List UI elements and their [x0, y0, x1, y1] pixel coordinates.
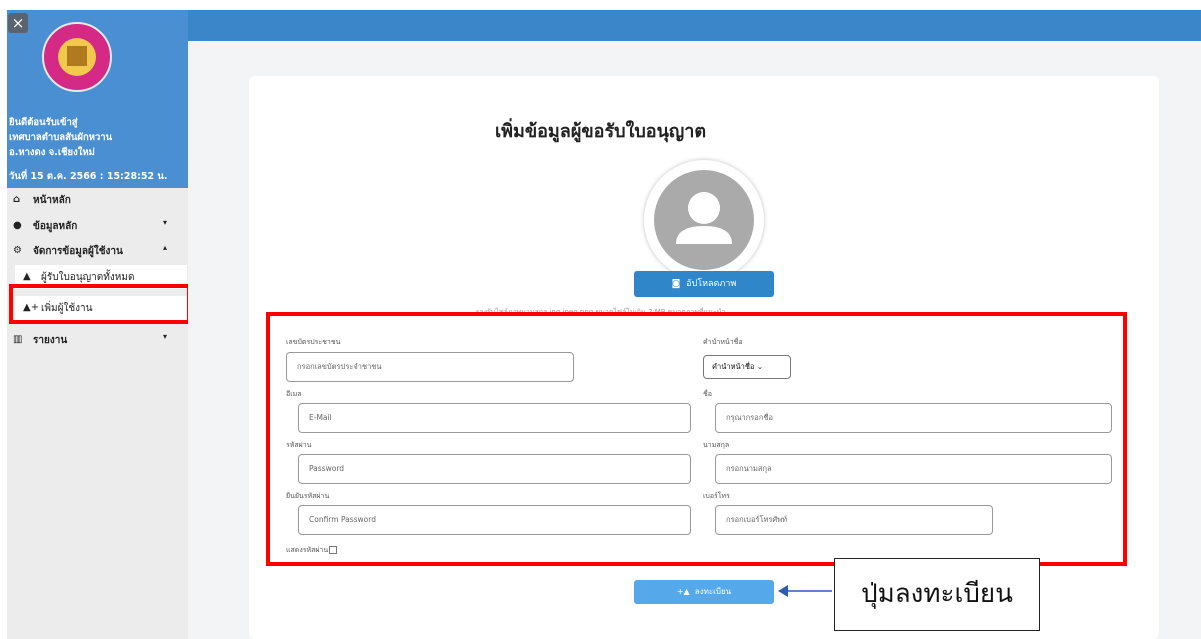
sidebar-item-user-management[interactable]: ⚙ จัดการข้อมูลผู้ใช้งาน ▴ — [7, 239, 188, 263]
users-cog-icon: ⚙ — [13, 245, 22, 256]
chevron-down-icon: ▾ — [163, 332, 168, 341]
sidebar-item-label: ผู้รับใบอนุญาตทั้งหมด — [41, 272, 135, 283]
sidebar-item-label: ข้อมูลหลัก — [33, 221, 78, 232]
top-navbar — [188, 10, 1201, 41]
sidebar-item-report[interactable]: ▥ รายงาน ▾ — [7, 328, 188, 352]
sidebar-header: × ยินดีต้อนรับเข้าสู่ เทศบาลตำบลสันผักหว… — [7, 10, 188, 188]
page-title: เพิ่มข้อมูลผู้ขอรับใบอนุญาต — [494, 121, 707, 142]
home-icon: ⌂ — [13, 194, 21, 205]
annotation-callout: ปุ่มลงทะเบียน — [834, 558, 1040, 631]
sidebar: × ยินดีต้อนรับเข้าสู่ เทศบาลตำบลสันผักหว… — [7, 10, 188, 639]
highlight-form — [266, 312, 1127, 566]
chevron-up-icon: ▴ — [163, 243, 168, 252]
municipality-logo — [42, 22, 112, 92]
camera-icon: ◙ — [671, 279, 681, 289]
user-silhouette-icon — [676, 192, 732, 244]
upload-image-button[interactable]: ◙ อัปโหลดภาพ — [634, 271, 774, 297]
sidebar-item-home[interactable]: ⌂ หน้าหลัก — [7, 188, 188, 212]
upload-label: อัปโหลดภาพ — [686, 279, 737, 289]
chart-icon: ▥ — [13, 334, 23, 345]
highlight-add-user — [9, 284, 191, 324]
datetime: วันที่ 15 ต.ค. 2566 : 15:28:52 น. — [9, 171, 168, 182]
register-label: ลงทะเบียน — [694, 587, 732, 596]
sidebar-item-label: รายงาน — [33, 335, 68, 346]
register-button[interactable]: +▲ ลงทะเบียน — [634, 580, 774, 604]
sidebar-item-label: จัดการข้อมูลผู้ใช้งาน — [33, 246, 123, 257]
user-icon: ▲ — [23, 271, 31, 282]
database-icon: ● — [13, 220, 22, 231]
user-plus-icon: +▲ — [676, 587, 690, 596]
chevron-down-icon: ▾ — [163, 218, 168, 227]
welcome-line: อ.หางดง จ.เชียงใหม่ — [9, 147, 95, 158]
sidebar-item-label: หน้าหลัก — [33, 195, 71, 206]
arrow-left-icon — [778, 585, 832, 597]
avatar-placeholder — [644, 160, 764, 280]
sidebar-item-master-data[interactable]: ● ข้อมูลหลัก ▾ — [7, 214, 188, 238]
close-icon[interactable]: × — [8, 13, 28, 33]
